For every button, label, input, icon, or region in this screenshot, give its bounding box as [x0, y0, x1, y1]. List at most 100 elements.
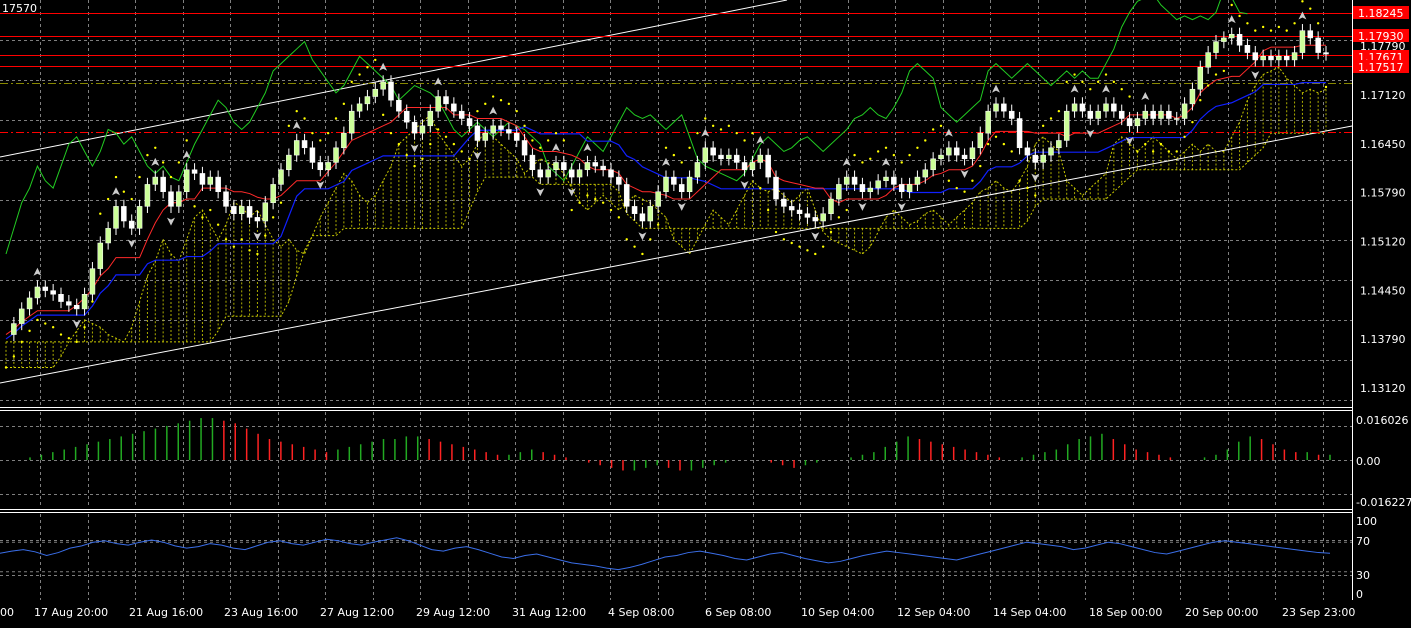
candle-up[interactable] [207, 176, 214, 185]
candle-down[interactable] [466, 118, 473, 127]
candle-up[interactable] [647, 206, 654, 222]
candle-up[interactable] [553, 162, 559, 171]
candle-up[interactable] [435, 96, 441, 112]
candle-up[interactable] [938, 154, 944, 160]
candle-down[interactable] [788, 206, 795, 211]
candle-down[interactable] [521, 140, 528, 156]
candle-up[interactable] [985, 110, 991, 134]
candle-up[interactable] [1048, 147, 1054, 156]
candle-up[interactable] [1291, 52, 1298, 61]
candle-up[interactable] [1276, 56, 1282, 61]
candle-up[interactable] [977, 132, 984, 149]
candle-down[interactable] [128, 220, 135, 229]
candle-down[interactable] [1087, 110, 1094, 119]
candle-up[interactable] [419, 125, 426, 134]
candle-down[interactable] [506, 129, 512, 134]
candle-down[interactable] [50, 290, 56, 295]
candle-up[interactable] [238, 206, 245, 214]
candle-down[interactable] [537, 169, 544, 178]
candle-up[interactable] [1040, 154, 1046, 163]
candle-down[interactable] [1024, 147, 1031, 156]
candle-up[interactable] [686, 176, 693, 192]
candle-down[interactable] [191, 169, 198, 174]
candle-down[interactable] [1307, 30, 1314, 39]
candle-down[interactable] [600, 165, 606, 171]
candle-down[interactable] [66, 301, 72, 306]
candle-up[interactable] [144, 184, 151, 207]
candle-down[interactable] [671, 176, 677, 185]
candle-up[interactable] [427, 110, 434, 127]
candle-down[interactable] [199, 173, 206, 185]
candle-down[interactable] [710, 147, 716, 156]
candle-up[interactable] [702, 147, 709, 163]
candle-up[interactable] [843, 176, 850, 185]
candle-up[interactable] [726, 154, 732, 160]
candle-up[interactable] [655, 191, 661, 207]
candle-down[interactable] [411, 121, 418, 134]
candle-down[interactable] [1236, 34, 1243, 46]
candle-down[interactable] [231, 206, 237, 214]
candle-down[interactable] [443, 96, 449, 105]
candle-down[interactable] [568, 169, 575, 178]
candle-down[interactable] [678, 184, 685, 192]
candle-up[interactable] [482, 132, 489, 141]
candle-up[interactable] [1260, 56, 1266, 61]
candle-down[interactable] [451, 103, 457, 112]
candle-up[interactable] [1063, 110, 1070, 141]
candle-up[interactable] [34, 286, 41, 299]
candle-down[interactable] [403, 110, 410, 123]
candle-up[interactable] [1142, 110, 1149, 119]
candle-up[interactable] [293, 140, 300, 156]
candle-up[interactable] [875, 180, 881, 189]
candle-up[interactable] [262, 202, 269, 222]
candle-down[interactable] [631, 206, 638, 214]
candle-up[interactable] [1189, 88, 1196, 105]
candle-down[interactable] [1268, 56, 1274, 61]
candle-down[interactable] [498, 125, 504, 130]
candle-up[interactable] [922, 169, 929, 178]
candle-up[interactable] [1095, 110, 1101, 119]
candle-up[interactable] [11, 323, 17, 335]
candle-up[interactable] [1071, 103, 1078, 112]
candle-down[interactable] [812, 217, 819, 222]
candle-up[interactable] [380, 81, 386, 90]
candle-down[interactable] [301, 140, 308, 149]
candle-up[interactable] [356, 103, 363, 112]
candle-up[interactable] [946, 147, 952, 156]
candle-up[interactable] [828, 198, 834, 214]
candle-up[interactable] [97, 242, 104, 269]
candle-up[interactable] [18, 308, 25, 324]
candle-up[interactable] [906, 184, 913, 192]
candle-down[interactable] [1244, 45, 1251, 53]
candle-up[interactable] [183, 169, 190, 192]
candle-up[interactable] [286, 154, 292, 171]
candle-down[interactable] [765, 154, 771, 178]
candle-down[interactable] [851, 176, 858, 185]
candle-down[interactable] [458, 110, 465, 119]
candle-up[interactable] [757, 154, 764, 163]
candle-down[interactable] [1032, 154, 1039, 163]
candle-up[interactable] [1213, 41, 1219, 53]
candle-up[interactable] [26, 297, 33, 310]
candle-up[interactable] [1205, 52, 1211, 68]
candle-down[interactable] [254, 217, 261, 222]
candle-up[interactable] [89, 268, 96, 295]
candle-down[interactable] [733, 154, 740, 163]
candle-down[interactable] [1323, 52, 1329, 55]
candle-up[interactable] [333, 147, 339, 163]
candle-down[interactable] [741, 162, 748, 171]
candle-up[interactable] [694, 162, 701, 178]
candle-up[interactable] [136, 206, 143, 229]
candle-up[interactable] [348, 110, 355, 134]
candle-up[interactable] [969, 147, 976, 160]
candle-down[interactable] [215, 176, 221, 192]
candle-down[interactable] [1008, 110, 1015, 119]
candle-down[interactable] [223, 191, 229, 207]
candle-down[interactable] [796, 209, 803, 214]
candle-up[interactable] [113, 206, 119, 229]
candle-up[interactable] [372, 88, 379, 97]
candle-up[interactable] [1181, 103, 1188, 119]
candle-down[interactable] [168, 191, 174, 207]
candle-down[interactable] [121, 206, 127, 222]
candle-down[interactable] [246, 206, 253, 218]
